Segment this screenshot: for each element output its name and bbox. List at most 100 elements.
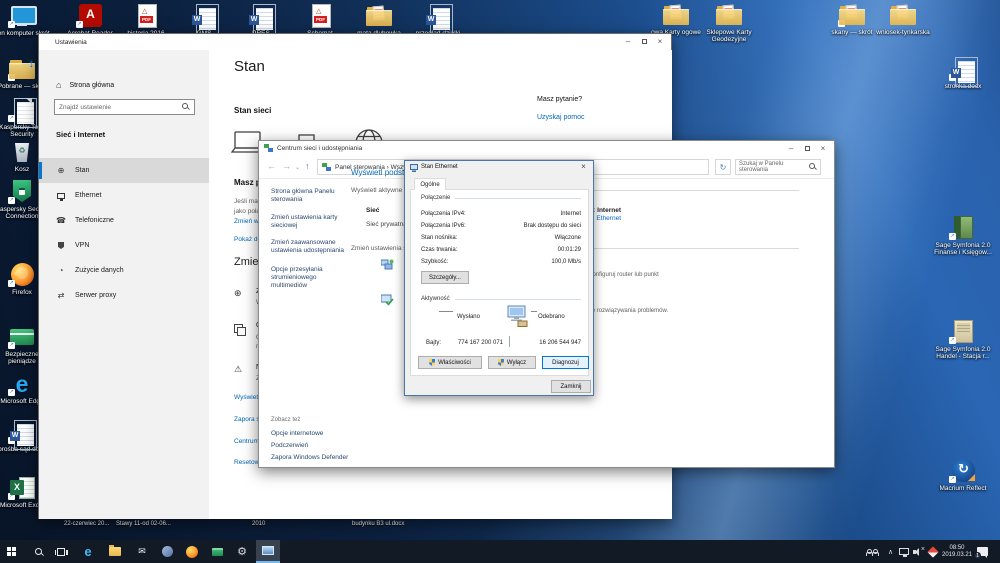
window-controls: – × [783,141,831,155]
forward-button[interactable]: → [282,161,291,171]
minimize-button[interactable]: – [620,34,636,48]
network-center-icon [264,144,273,153]
taskbar-clock[interactable]: 08:50 2019.03.21 [942,540,972,563]
ethernet-icon [56,193,66,199]
sidebar-item-data-usage[interactable]: ◔ Zużycie danych [39,258,209,283]
network-monitor-icon [899,548,909,555]
paper-glyph [723,5,735,20]
tray-kaspersky[interactable] [929,540,937,563]
task-view-button[interactable] [49,540,73,563]
media-state-label: Stan nośnika: [421,235,457,241]
duration-row: Czas trwania: 00:01:29 [421,247,581,253]
infrared-link[interactable]: Podczerwień [271,442,371,450]
taskbar-mail[interactable]: ✉ [130,540,154,563]
ipv6-label: Połączenia IPv6: [421,223,466,229]
activity-group-header: Aktywność [421,296,581,302]
cp-home-link[interactable]: Strona główna Panelu sterowania [271,188,353,204]
change-adapter-settings-link[interactable]: Zmień ustawienia karty sieciowej [271,214,353,230]
windows-defender-firewall-link[interactable]: Zapora Windows Defender [271,454,381,462]
minimize-button[interactable]: – [783,141,799,155]
get-help-link[interactable]: Uzyskaj pomoc [537,114,584,121]
taskbar-firefox[interactable] [180,540,204,563]
taskbar-active-window[interactable] [256,540,280,563]
edge-icon [7,372,37,396]
diagnose-button[interactable]: Diagnozuj [542,356,589,369]
taskbar-explorer[interactable] [103,540,127,563]
history-dropdown-icon[interactable]: ⌄ [295,164,300,171]
up-button[interactable]: ↑ [305,161,310,171]
folder-icon [714,3,744,27]
folder-icon [888,3,918,27]
folder-icon: ↓ [7,57,37,81]
activity-computer-icon [499,305,529,327]
desktop-icon-macrium[interactable]: Macrium Reflect [928,459,998,492]
network-name: Sieć [366,207,379,214]
tab-general[interactable]: Ogólne [414,178,446,190]
desktop-icon-folder-sklepowe[interactable]: Sklepowe Karty Geodezyjne [701,3,757,43]
uac-shield-icon [498,359,504,366]
desktop-icon-label: Sage Symfonia 2.0 Handel - Stacja r... [928,346,998,360]
sidebar-item-ethernet[interactable]: Ethernet [39,183,209,208]
details-button[interactable]: Szczegóły... [421,271,469,284]
taskbar-safe-money[interactable] [205,540,229,563]
internet-options-link[interactable]: Opcje internetowe [271,430,371,438]
folder-icon [837,3,867,27]
chevron-up-icon: ∧ [888,548,893,556]
download-arrow-icon: ↓ [29,58,35,70]
speed-row: Szybkość: 100,0 Mb/s [421,259,581,265]
desktop-icon-stronka[interactable]: stronka.docx [928,57,998,90]
sidebar-item-dialup[interactable]: ☎ Telefoniczne [39,208,209,233]
close-button[interactable]: × [815,141,831,155]
shortcut-arrow-icon [8,437,15,444]
back-button[interactable]: ← [267,161,276,171]
desktop-icon-folder-wniosek[interactable]: wniosek-tynkarska [875,3,931,36]
tray-network[interactable] [899,540,909,563]
desktop-icon-sage-handel[interactable]: Sage Symfonia 2.0 Handel - Stacja r... [928,320,998,360]
sidebar-item-home[interactable]: ⌂ Strona główna [56,80,114,90]
taskbar-search-button[interactable] [27,540,51,563]
pdf-file-icon: △ [131,4,161,28]
disable-button-label: Wyłącz [507,360,526,366]
close-dialog-button[interactable]: Zamknij [551,380,591,393]
advanced-sharing-link[interactable]: Zmień zaawansowane ustawienia udostępnia… [271,239,353,255]
action-center-button[interactable]: 1 [977,540,988,563]
properties-button[interactable]: Właściwości [418,356,482,369]
details-button-label: Szczegóły... [429,275,461,281]
desktop-icon-sage-finanse[interactable]: Sage Symfonia 2.0 Finanse i Księgow... [928,216,998,256]
network-status-header: Stan sieci [234,106,271,115]
duration-label: Czas trwania: [421,247,457,253]
sidebar-item-vpn[interactable]: VPN [39,233,209,258]
computer-icon [7,4,37,28]
sent-label: Wysłano [457,314,480,320]
sidebar-item-proxy[interactable]: ⇄ Serwer proxy [39,283,209,308]
start-button[interactable] [2,540,26,563]
taskbar-edge[interactable]: e [76,540,100,563]
desktop-icon-folder-karty[interactable]: owa Karty ogowe [648,3,704,36]
shortcut-arrow-icon [8,115,15,122]
safe-money-icon [212,548,223,556]
desktop-icon-label: Sklepowe Karty Geodezyjne [701,29,757,43]
dialog-ethernet-icon [410,164,418,173]
close-icon[interactable]: × [576,162,591,174]
maximize-button[interactable] [799,141,815,155]
acrobat-reader-icon [75,4,105,28]
adapter-options-icon: ⊕ [234,288,242,299]
word-file-icon [948,57,978,81]
tray-hidden-icons[interactable]: ∧ [888,540,893,563]
ipv4-label: Połączenia IPv4: [421,211,466,217]
close-button[interactable]: × [652,34,668,48]
dialog-title: Stan Ethernet [421,164,458,170]
media-streaming-link[interactable]: Opcje przesyłania strumieniowego multime… [271,266,353,290]
desktop-icon-folder-skany[interactable]: skany — skrót [824,3,880,36]
taskbar-messaging-app[interactable] [155,540,179,563]
tray-people[interactable] [866,540,878,563]
settings-search-input[interactable]: Znajdź ustawienie [54,99,195,115]
taskbar-settings[interactable]: ⚙ [230,540,254,563]
disable-button[interactable]: Wyłącz [488,356,536,369]
sidebar-item-stan[interactable]: ⊕ Stan [39,158,209,183]
ethernet-link[interactable]: Ethernet [596,215,621,222]
tray-volume[interactable]: × [913,540,925,563]
sidebar-item-label: Zużycie danych [75,267,124,274]
sent-line [439,311,453,312]
maximize-button[interactable] [636,34,652,48]
